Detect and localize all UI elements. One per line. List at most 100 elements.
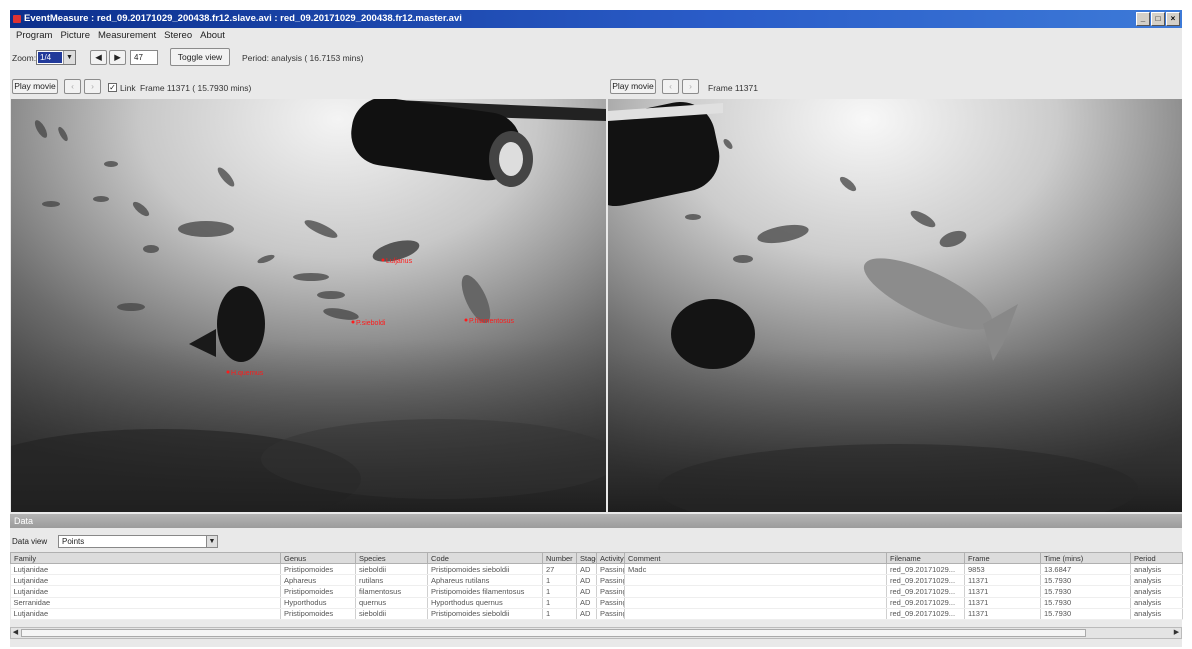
table-cell: 1 xyxy=(542,608,577,620)
table-cell: Aphareus rutilans xyxy=(427,574,543,587)
table-cell: rutilans xyxy=(355,574,428,587)
left-video-image: Luljanus P.sieboldi P.filamentosus H.que… xyxy=(11,99,606,512)
left-prev-frame-button[interactable]: ‹ xyxy=(64,79,81,94)
menu-picture[interactable]: Picture xyxy=(56,28,94,42)
chevron-down-icon: ▼ xyxy=(63,51,75,64)
table-cell: quernus xyxy=(355,597,428,609)
table-cell: red_09.20171029... xyxy=(886,608,965,620)
table-cell: Pristipomoides xyxy=(280,585,356,598)
step-back-button[interactable]: ◀ xyxy=(90,50,107,65)
table-cell: Lutjanidae xyxy=(10,563,281,576)
scroll-left-icon[interactable]: ◀ xyxy=(11,628,20,638)
column-header[interactable]: Code xyxy=(427,552,543,564)
table-cell: 11371 xyxy=(964,597,1041,609)
annotation-label: P.sieboldi xyxy=(356,320,386,327)
data-panel-header: Data xyxy=(10,514,1182,528)
maximize-button[interactable]: □ xyxy=(1151,12,1165,26)
table-row[interactable]: Lutjanidae Pristipomoides filamentosus P… xyxy=(10,585,1183,598)
scroll-right-icon[interactable]: ▶ xyxy=(1172,628,1181,638)
table-cell: Pristipomoides xyxy=(280,608,356,620)
data-view-label: Data view xyxy=(12,537,48,546)
table-row[interactable]: Lutjanidae Aphareus rutilans Aphareus ru… xyxy=(10,574,1183,587)
close-button[interactable]: × xyxy=(1166,12,1180,26)
table-cell: Pristipomoides filamentosus xyxy=(427,585,543,598)
table-cell: Lutjanidae xyxy=(10,574,281,587)
chevron-left-icon: ‹ xyxy=(71,81,74,91)
column-header[interactable]: Family xyxy=(10,552,281,564)
column-header[interactable]: Activity xyxy=(596,552,625,564)
left-next-frame-button[interactable]: › xyxy=(84,79,101,94)
table-cell: 11371 xyxy=(964,574,1041,587)
column-header[interactable]: Genus xyxy=(280,552,356,564)
annotation-label: P.filamentosus xyxy=(469,318,515,325)
column-header[interactable]: Period xyxy=(1130,552,1183,564)
chevron-down-icon: ▼ xyxy=(206,536,217,547)
table-cell: Serranidae xyxy=(10,597,281,609)
annotation-label: Luljanus xyxy=(386,258,413,265)
table-cell xyxy=(624,608,887,620)
right-play-movie-button[interactable]: Play movie xyxy=(610,79,656,94)
left-play-movie-button[interactable]: Play movie xyxy=(12,79,58,94)
table-cell: analysis xyxy=(1130,597,1183,609)
annotation-label: H.quernus xyxy=(231,370,264,377)
column-header[interactable]: Comment xyxy=(624,552,887,564)
table-cell: 1 xyxy=(542,597,577,609)
menu-bar: Program Picture Measurement Stereo About xyxy=(10,28,1182,42)
zoom-select[interactable]: 1/4 ▼ xyxy=(36,50,76,65)
menu-stereo[interactable]: Stereo xyxy=(160,28,196,42)
app-window: Program Picture Measurement Stereo About… xyxy=(10,28,1183,647)
table-cell: Aphareus xyxy=(280,574,356,587)
right-next-frame-button[interactable]: › xyxy=(682,79,699,94)
table-row[interactable]: Lutjanidae Pristipomoides sieboldii Pris… xyxy=(10,608,1183,620)
column-header[interactable]: Time (mins) xyxy=(1040,552,1131,564)
table-cell: Passing xyxy=(596,597,625,609)
table-cell: analysis xyxy=(1130,574,1183,587)
left-frame-text: Frame 11371 ( 15.7930 mins) xyxy=(140,83,252,93)
table-cell: Pristipomoides sieboldii xyxy=(427,563,543,576)
table-cell: Passing xyxy=(596,585,625,598)
data-panel: Data Data view Points ▼ Family Genus Spe… xyxy=(10,514,1183,647)
link-checkbox[interactable]: ✓ xyxy=(108,83,117,92)
column-header[interactable]: Filename xyxy=(886,552,965,564)
table-row[interactable]: Lutjanidae Pristipomoides sieboldii Pris… xyxy=(10,563,1183,576)
toggle-view-button[interactable]: Toggle view xyxy=(170,48,230,66)
column-header[interactable]: Frame xyxy=(964,552,1041,564)
table-cell: 11371 xyxy=(964,585,1041,598)
table-row[interactable]: Serranidae Hyporthodus quernus Hyporthod… xyxy=(10,597,1183,609)
table-cell: AD xyxy=(576,574,597,587)
table-cell: 1 xyxy=(542,585,577,598)
toolbar: Zoom: 1/4 ▼ ◀ ▶ 47 Toggle view Period: a… xyxy=(10,47,1182,69)
right-prev-frame-button[interactable]: ‹ xyxy=(662,79,679,94)
table-cell: 1 xyxy=(542,574,577,587)
column-header[interactable]: Number xyxy=(542,552,577,564)
app-icon xyxy=(13,15,21,23)
data-view-select[interactable]: Points ▼ xyxy=(58,535,218,548)
table-cell: red_09.20171029... xyxy=(886,585,965,598)
table-cell: 15.7930 xyxy=(1040,585,1131,598)
chevron-left-icon: ‹ xyxy=(669,81,672,91)
menu-program[interactable]: Program xyxy=(12,28,56,42)
window-titlebar: EventMeasure : red_09.20171029_200438.fr… xyxy=(10,10,1182,28)
table-cell: red_09.20171029... xyxy=(886,563,965,576)
step-forward-button[interactable]: ▶ xyxy=(109,50,126,65)
scrollbar-thumb[interactable] xyxy=(21,629,1086,637)
table-cell: 15.7930 xyxy=(1040,597,1131,609)
left-video-frame[interactable]: Luljanus P.sieboldi P.filamentosus H.que… xyxy=(11,99,606,512)
minimize-button[interactable]: _ xyxy=(1136,12,1150,26)
table-cell: Hyporthodus xyxy=(280,597,356,609)
menu-measurement[interactable]: Measurement xyxy=(94,28,160,42)
table-cell xyxy=(624,585,887,598)
table-cell: sieboldii xyxy=(355,563,428,576)
horizontal-scrollbar[interactable]: ◀ ▶ xyxy=(10,627,1182,639)
left-view-controls: Play movie ‹ › ✓ Link Frame 11371 ( 15.7… xyxy=(10,78,605,96)
frame-step-input[interactable]: 47 xyxy=(130,50,158,65)
triangle-right-icon: ▶ xyxy=(114,52,121,62)
right-video-frame[interactable] xyxy=(608,99,1182,512)
table-cell: Hyporthodus quernus xyxy=(427,597,543,609)
column-header[interactable]: Species xyxy=(355,552,428,564)
chevron-right-icon: › xyxy=(689,81,692,91)
table-cell: Passing xyxy=(596,563,625,576)
column-header[interactable]: Stage xyxy=(576,552,597,564)
table-cell: AD xyxy=(576,563,597,576)
menu-about[interactable]: About xyxy=(196,28,229,42)
